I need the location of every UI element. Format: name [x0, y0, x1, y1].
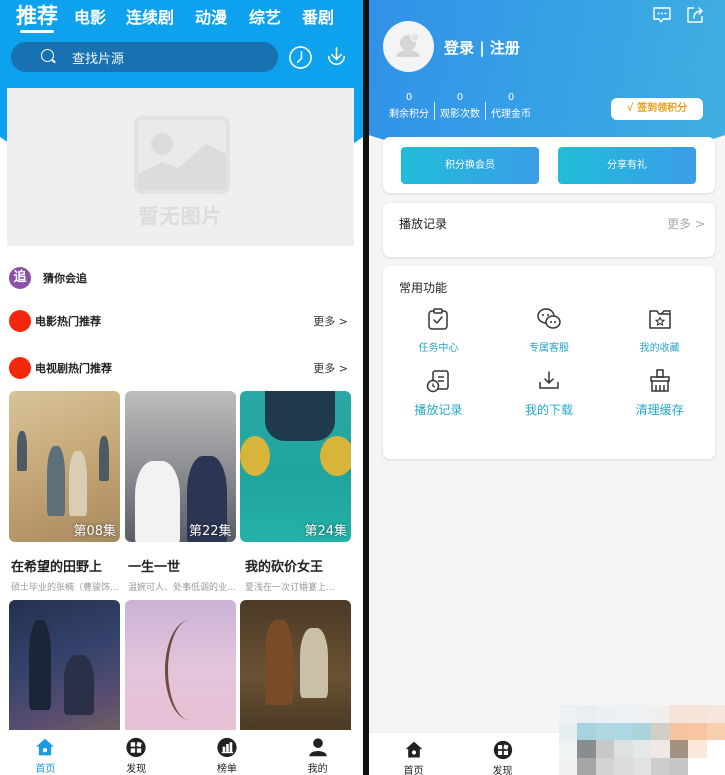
video-titles: 在希望的田野上 硕士毕业的张楠（曹骏饰... 一生一世 温婉可人、处事低调的业.…	[11, 556, 356, 593]
download-icon[interactable]	[324, 45, 349, 70]
message-icon[interactable]	[652, 5, 672, 25]
section-hot-series: 电视剧热门推荐 更多 >	[0, 356, 363, 380]
discover-icon	[126, 737, 146, 758]
nav-discover[interactable]: 发现	[458, 733, 547, 775]
follow-badge-icon: 追	[9, 267, 31, 289]
red-dot-icon	[9, 357, 31, 379]
stat-separator	[485, 102, 486, 120]
function-favorites[interactable]: 我的收藏	[604, 306, 715, 354]
chat-service-icon	[537, 308, 561, 329]
poster-row	[9, 600, 351, 751]
profile-screen: 登录 | 注册 0 剩余积分 0 观影次数 0 代理金币 √ 签到领积分 积分换…	[369, 0, 725, 775]
tab-series[interactable]: 连续剧	[126, 4, 174, 28]
more-link[interactable]: 更多 >	[313, 360, 348, 376]
video-poster[interactable]	[240, 600, 351, 751]
red-dot-icon	[9, 310, 31, 332]
function-customer-service[interactable]: 专属客服	[494, 306, 605, 354]
section-hot-movies: 电影热门推荐 更多 >	[0, 309, 363, 333]
avatar[interactable]	[383, 21, 434, 72]
video-desc: 温婉可人、处事低调的业...	[128, 583, 236, 593]
video-item[interactable]: 一生一世 温婉可人、处事低调的业...	[128, 556, 239, 593]
video-title: 一生一世	[128, 560, 181, 575]
home-icon	[36, 738, 55, 756]
function-play-history[interactable]: 播放记录	[383, 368, 494, 418]
section-title: 猜你会追	[43, 272, 87, 285]
tab-recommend[interactable]: 推荐	[16, 0, 58, 30]
no-image-text: 暂无图片	[138, 204, 223, 228]
default-avatar-icon	[396, 32, 420, 57]
tab-variety[interactable]: 综艺	[249, 4, 281, 28]
video-poster[interactable]	[9, 600, 120, 751]
video-title: 我的砍价女王	[245, 560, 324, 575]
play-history-card[interactable]: 播放记录 更多 >	[383, 203, 715, 257]
stat-separator	[434, 102, 435, 120]
redeem-vip-button[interactable]: 积分换会员	[401, 147, 539, 184]
tab-bangumi[interactable]: 番剧	[302, 4, 334, 28]
stat-points: 0 剩余积分	[389, 92, 429, 120]
function-clear-cache[interactable]: 清理缓存	[604, 368, 715, 418]
share-icon[interactable]	[685, 5, 705, 25]
more-link[interactable]: 更多 >	[667, 215, 705, 232]
home-icon	[405, 741, 422, 758]
nav-profile[interactable]: 我的	[272, 730, 363, 775]
bottom-nav: 首页 发现 榜单 我的	[0, 730, 363, 775]
more-link[interactable]: 更多 >	[313, 313, 348, 329]
video-desc: 硕士毕业的张楠（曹骏饰...	[11, 583, 119, 593]
share-gift-button[interactable]: 分享有礼	[558, 147, 696, 184]
favorite-folder-icon	[648, 310, 671, 329]
action-card: 积分换会员 分享有礼	[383, 137, 715, 193]
video-desc: 夏浅在一次订婚宴上...	[245, 583, 335, 593]
play-history-icon	[427, 370, 450, 393]
video-poster[interactable]	[124, 600, 236, 751]
history-clock-icon[interactable]	[288, 45, 313, 70]
profile-icon	[308, 738, 327, 757]
video-item[interactable]: 在希望的田野上 硕士毕业的张楠（曹骏饰...	[11, 556, 122, 593]
tab-movies[interactable]: 电影	[74, 4, 106, 28]
pixelated-watermark	[559, 705, 725, 775]
clear-cache-brush-icon	[649, 369, 670, 392]
episode-badge: 第22集	[188, 524, 232, 539]
active-tab-indicator	[20, 30, 54, 33]
category-tabs: 推荐 电影 连续剧 动漫 综艺 番剧	[0, 0, 363, 40]
nav-home[interactable]: 首页	[0, 730, 91, 775]
image-placeholder-icon	[134, 116, 230, 194]
section-title: 电影热门推荐	[35, 315, 101, 328]
search-input[interactable]: 查找片源	[11, 42, 278, 72]
functions-grid: 任务中心 专属客服 我的收藏 播放记录 我的下载 清理缓存	[383, 306, 715, 418]
screenshot-root: 推荐 电影 连续剧 动漫 综艺 番剧 查找片源 暂无图片 追 猜你会追 电影热门…	[0, 0, 725, 775]
download-tray-icon	[539, 371, 559, 389]
search-icon	[41, 49, 57, 65]
signin-points-button[interactable]: √ 签到领积分	[611, 98, 703, 120]
nav-ranking[interactable]: 榜单	[182, 730, 273, 775]
nav-home[interactable]: 首页	[369, 733, 458, 775]
nav-discover[interactable]: 发现	[91, 730, 182, 775]
video-poster[interactable]: 第22集	[124, 391, 236, 542]
common-functions-card: 常用功能 任务中心 专属客服 我的收藏 播放记录 我的下载 清理缓存	[383, 266, 715, 459]
video-item[interactable]: 我的砍价女王 夏浅在一次订婚宴上...	[245, 556, 356, 593]
search-placeholder: 查找片源	[72, 51, 125, 67]
stat-coins: 0 代理金币	[491, 92, 531, 120]
section-title: 电视剧热门推荐	[35, 362, 112, 375]
card-title: 常用功能	[399, 281, 448, 295]
episode-badge: 第08集	[73, 524, 116, 539]
tab-anime[interactable]: 动漫	[195, 4, 227, 28]
video-poster[interactable]: 第24集	[240, 391, 351, 542]
section-guess-you-like[interactable]: 追 猜你会追	[0, 266, 363, 290]
login-register-link[interactable]: 登录 | 注册	[444, 37, 520, 58]
ranking-icon	[217, 737, 237, 758]
poster-row: 第08集 第22集 第24集	[9, 391, 351, 542]
stat-views: 0 观影次数	[440, 92, 480, 120]
video-poster[interactable]: 第08集	[9, 391, 120, 542]
function-downloads[interactable]: 我的下载	[494, 368, 605, 418]
home-screen: 推荐 电影 连续剧 动漫 综艺 番剧 查找片源 暂无图片 追 猜你会追 电影热门…	[0, 0, 363, 775]
video-title: 在希望的田野上	[11, 560, 103, 575]
user-stats: 0 剩余积分 0 观影次数 0 代理金币	[389, 92, 531, 120]
function-task-center[interactable]: 任务中心	[383, 306, 494, 354]
task-clipboard-icon	[428, 308, 449, 330]
episode-badge: 第24集	[304, 524, 347, 539]
discover-icon	[493, 740, 512, 760]
card-title: 播放记录	[399, 217, 448, 231]
banner-carousel[interactable]: 暂无图片	[7, 88, 354, 246]
